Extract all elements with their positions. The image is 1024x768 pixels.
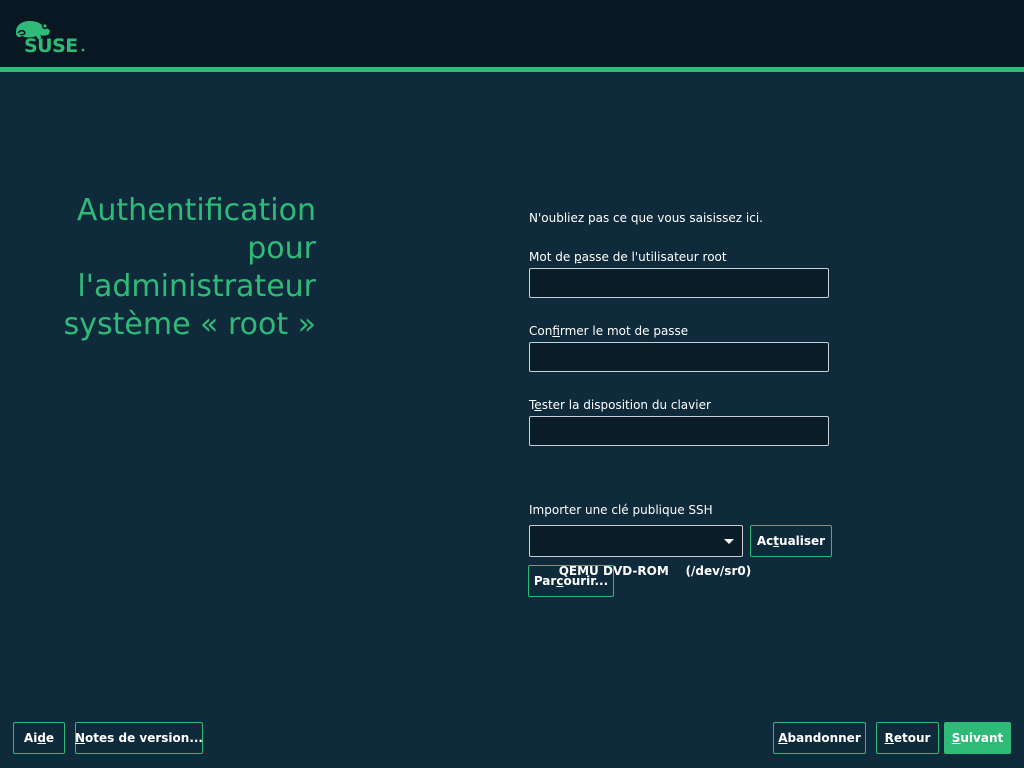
back-button[interactable]: Retour bbox=[876, 722, 939, 754]
ssh-device-select[interactable]: QEMU DVD-ROM (/dev/sr0) bbox=[529, 525, 751, 578]
keyboard-test-input[interactable] bbox=[529, 416, 829, 446]
confirm-password-label: Confirmer le mot de passe bbox=[529, 324, 689, 338]
page-title: Authentification pour l'administrateur s… bbox=[40, 192, 316, 344]
ssh-device-path: (/dev/sr0) bbox=[685, 564, 752, 578]
refresh-button[interactable]: Ac t ualiser bbox=[750, 525, 832, 557]
confirm-password-input[interactable] bbox=[529, 342, 829, 372]
logo-wordmark: SUSE bbox=[24, 35, 78, 56]
help-button[interactable]: Ai d e bbox=[13, 722, 65, 754]
reminder-note: N'oubliez pas ce que vous saisissez ici. bbox=[529, 211, 763, 225]
root-password-label: Mot de passe de l'utilisateur root bbox=[529, 250, 727, 264]
chevron-down-icon bbox=[724, 539, 734, 544]
next-button[interactable]: Suivant bbox=[944, 722, 1011, 754]
browse-button[interactable]: Par c ourir... bbox=[528, 565, 614, 597]
header-accent-rule bbox=[0, 67, 1024, 72]
abort-button[interactable]: Abandonner bbox=[773, 722, 866, 754]
page-title-line: système « root » bbox=[63, 307, 316, 342]
keyboard-test-label: Tester la disposition du clavier bbox=[529, 398, 711, 412]
suse-logo: SUSE bbox=[16, 21, 85, 56]
top-bar: SUSE bbox=[0, 0, 1024, 67]
page-title-line: Authentification bbox=[76, 193, 316, 228]
page-title-line: l'administrateur bbox=[77, 269, 316, 304]
root-password-input[interactable] bbox=[529, 268, 829, 298]
page-title-line: pour bbox=[247, 231, 316, 266]
release-notes-button[interactable]: Notes de version... bbox=[75, 722, 203, 754]
ssh-key-label: Importer une clé publique SSH bbox=[529, 503, 713, 517]
